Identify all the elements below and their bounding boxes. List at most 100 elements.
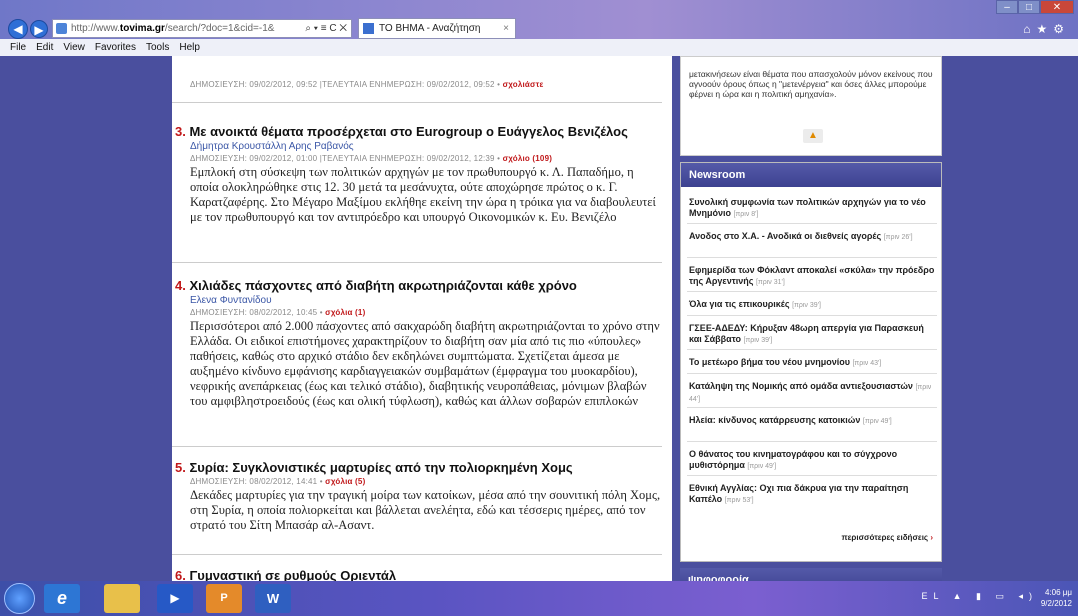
newsroom-item[interactable]: Ο θάνατος του κινηματογράφου και το σύγχ… [689, 449, 937, 472]
settings-gear-icon[interactable]: ⚙ [1053, 22, 1070, 36]
minimize-button[interactable]: – [996, 0, 1018, 14]
comment-link[interactable]: σχόλιο (109) [503, 154, 553, 163]
favorites-star-icon[interactable]: ★ [1036, 22, 1053, 36]
newsroom-item[interactable]: Ανοδος στο Χ.Α. - Ανοδικά οι διεθνείς αγ… [689, 231, 937, 243]
menu-edit[interactable]: Edit [36, 39, 53, 56]
meta-text: ΔΗΜΟΣΙΕΥΣΗ: 09/02/2012, 09:52 |ΤΕΛΕΥΤΑΙΑ… [190, 80, 503, 89]
comment-link[interactable]: σχόλια (5) [325, 477, 365, 486]
promo-box: μετακινήσεων είναι θέματα που απασχολούν… [680, 56, 942, 156]
taskbar-media-player-icon[interactable]: ▶ [157, 584, 193, 613]
news-headline[interactable]: Συνολική συμφωνία των πολιτικών αρχηγών … [689, 197, 926, 218]
comment-link[interactable]: σχολιάστε [503, 80, 544, 89]
news-headline[interactable]: Ανοδος στο Χ.Α. - Ανοδικά οι διεθνείς αγ… [689, 231, 881, 241]
more-news-link[interactable]: περισσότερες ειδήσεις › [841, 533, 933, 542]
meta-text: ΔΗΜΟΣΙΕΥΣΗ: 08/02/2012, 14:41 • [190, 477, 326, 486]
news-headline[interactable]: ΓΣΕΕ-ΑΔΕΔΥ: Κήρυξαν 48ωρη απεργία για Πα… [689, 323, 924, 344]
news-headline[interactable]: Εθνική Αγγλίας: Οχι πια δάκρυα για την π… [689, 483, 908, 504]
start-button[interactable] [4, 583, 35, 614]
result-item-4: 4. Χιλιάδες πάσχοντες από διαβήτη ακρωτη… [175, 278, 665, 409]
divider [172, 262, 662, 263]
divider [687, 475, 937, 476]
news-time: [πριν 39'] [743, 337, 773, 344]
article-title[interactable]: 4. Χιλιάδες πάσχοντες από διαβήτη ακρωτη… [175, 278, 665, 293]
search-results: ΔΗΜΟΣΙΕΥΣΗ: 09/02/2012, 09:52 |ΤΕΛΕΥΤΑΙΑ… [172, 56, 672, 581]
article-title-text[interactable]: Χιλιάδες πάσχοντες από διαβήτη ακρωτηριά… [189, 278, 576, 293]
forward-arrow-icon: ▶ [34, 23, 44, 37]
address-bar[interactable]: http://www.tovima.gr/search/?doc=1&cid=-… [52, 19, 352, 38]
clock-time: 4:06 μμ [1044, 588, 1072, 597]
news-headline[interactable]: Κατάληψη της Νομικής από ομάδα αντιεξουσ… [689, 381, 913, 391]
tab-tovima-search[interactable]: ΤΟ ΒΗΜΑ - Αναζήτηση × [358, 18, 516, 39]
sidebar: μετακινήσεων είναι θέματα που απασχολούν… [678, 56, 944, 581]
home-icon[interactable]: ⌂ [1023, 22, 1036, 36]
article-summary: Δεκάδες μαρτυρίες για την τραγική μοίρα … [190, 488, 661, 532]
result-number: 3. [175, 124, 186, 139]
article-meta: ΔΗΜΟΣΙΕΥΣΗ: 08/02/2012, 14:41 • σχόλια (… [175, 477, 665, 486]
newsroom-title: Newsroom [681, 163, 941, 187]
newsroom-item[interactable]: Εθνική Αγγλίας: Οχι πια δάκρυα για την π… [689, 483, 937, 506]
address-controls[interactable]: ⌕ ▾ ≡ C ✕ [305, 20, 347, 37]
divider [172, 554, 662, 555]
divider [172, 446, 662, 447]
back-button[interactable]: ◀ [8, 19, 28, 39]
more-news-text[interactable]: περισσότερες ειδήσεις [841, 533, 928, 542]
divider [687, 223, 937, 224]
newsroom-item[interactable]: Ηλεία: κίνδυνος κατάρρευσης κατοικιών [π… [689, 415, 937, 427]
news-headline[interactable]: Όλα για τις επικουρικές [689, 299, 790, 309]
maximize-button[interactable]: □ [1018, 0, 1040, 14]
browser-chrome: ◀ ▶ http://www.tovima.gr/search/?doc=1&c… [0, 0, 1078, 56]
article-title-text[interactable]: Με ανοικτά θέματα προσέρχεται στο Eurogr… [189, 124, 627, 139]
clock-date: 9/2/2012 [1040, 599, 1072, 608]
system-tray[interactable]: EL ▲ ▮ ▭ ◂) [921, 591, 1038, 602]
article-summary: Περισσότεροι από 2.000 πάσχοντες από σακ… [190, 319, 660, 408]
page-background-right [944, 56, 1078, 581]
newsroom-item[interactable]: Κατάληψη της Νομικής από ομάδα αντιεξουσ… [689, 381, 937, 405]
article-title[interactable]: 5. Συρία: Συγκλονιστικές μαρτυρίες από τ… [175, 460, 665, 475]
result-number: 4. [175, 278, 186, 293]
taskbar-clock[interactable]: 4:06 μμ 9/2/2012 [1041, 587, 1072, 609]
newsroom-item[interactable]: Το μετέωρο βήμα του νέου μνημονίου [πριν… [689, 357, 937, 369]
menu-favorites[interactable]: Favorites [95, 39, 136, 56]
taskbar-ie-icon[interactable]: e [44, 584, 80, 613]
article-author[interactable]: Δήμητρα Κρουστάλλη Αρης Ραβανός [175, 141, 665, 152]
address-url-prefix: http://www. [71, 23, 120, 34]
taskbar-word-icon[interactable]: W [255, 584, 291, 613]
news-time: [πριν 26'] [883, 234, 913, 241]
chevron-right-icon: › [930, 533, 933, 542]
news-headline[interactable]: Ηλεία: κίνδυνος κατάρρευσης κατοικιών [689, 415, 860, 425]
newsroom-item[interactable]: ΓΣΕΕ-ΑΔΕΔΥ: Κήρυξαν 48ωρη απεργία για Πα… [689, 323, 937, 346]
address-url-domain: tovima.gr [119, 23, 165, 34]
window-controls: – □ ✕ [996, 0, 1074, 14]
divider [687, 349, 937, 350]
tab-title: ΤΟ ΒΗΜΑ - Αναζήτηση [379, 23, 481, 34]
article-title[interactable]: 3. Με ανοικτά θέματα προσέρχεται στο Eur… [175, 124, 665, 139]
comment-link[interactable]: σχόλια (1) [325, 308, 365, 317]
news-headline[interactable]: Εφημερίδα των Φόκλαντ αποκαλεί «σκύλα» τ… [689, 265, 934, 286]
result-number: 6. [175, 568, 186, 581]
taskbar-folder-icon[interactable] [104, 584, 140, 613]
article-author[interactable]: Ελενα Φυντανίδου [175, 295, 665, 306]
result-item-5: 5. Συρία: Συγκλονιστικές μαρτυρίες από τ… [175, 460, 665, 533]
newsroom-item[interactable]: Συνολική συμφωνία των πολιτικών αρχηγών … [689, 197, 937, 220]
menu-view[interactable]: View [63, 39, 85, 56]
newsroom-item[interactable]: Εφημερίδα των Φόκλαντ αποκαλεί «σκύλα» τ… [689, 265, 937, 288]
divider [687, 315, 937, 316]
article-title[interactable]: 6. Γυμναστική σε ρυθμούς Οριεντάλ [175, 568, 665, 581]
taskbar-powerpoint-icon[interactable]: P [206, 584, 242, 613]
article-title-text[interactable]: Συρία: Συγκλονιστικές μαρτυρίες από την … [189, 460, 572, 475]
menu-tools[interactable]: Tools [146, 39, 169, 56]
newsroom-panel: Newsroom Συνολική συμφωνία των πολιτικών… [680, 162, 942, 562]
news-headline[interactable]: Το μετέωρο βήμα του νέου μνημονίου [689, 357, 850, 367]
menu-file[interactable]: File [10, 39, 26, 56]
news-headline[interactable]: Ο θάνατος του κινηματογράφου και το σύγχ… [689, 449, 897, 470]
menu-help[interactable]: Help [179, 39, 200, 56]
tab-close-icon[interactable]: × [503, 19, 509, 38]
close-window-button[interactable]: ✕ [1040, 0, 1074, 14]
news-time: [πριν 39'] [792, 302, 821, 309]
poll-title: ψηφοφορία [680, 568, 942, 581]
browser-toolbar-icons[interactable]: ⌂★⚙ [1023, 22, 1070, 36]
promo-up-arrow-icon[interactable]: ▲ [803, 129, 823, 143]
forward-button[interactable]: ▶ [30, 20, 48, 38]
newsroom-item[interactable]: Όλα για τις επικουρικές [πριν 39'] [689, 299, 937, 311]
article-title-text[interactable]: Γυμναστική σε ρυθμούς Οριεντάλ [189, 568, 396, 581]
